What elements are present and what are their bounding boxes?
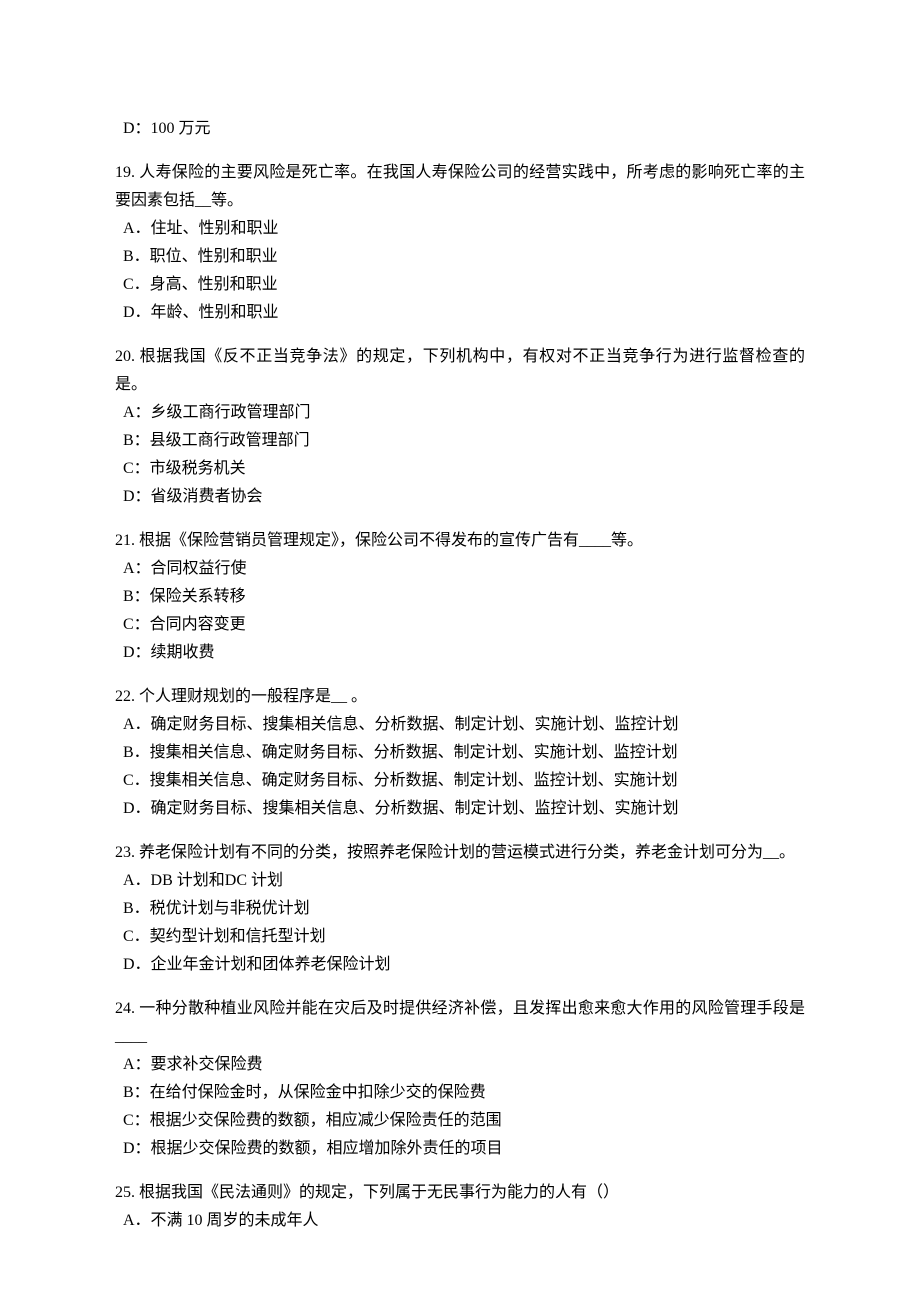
option-d: D：省级消费者协会 [123,483,805,511]
question-20: 20. 根据我国《反不正当竞争法》的规定，下列机构中，有权对不正当竞争行为进行监… [115,343,805,511]
option-b: B：保险关系转移 [123,583,805,611]
question-stem: 21. 根据《保险营销员管理规定》，保险公司不得发布的宣传广告有____等。 [115,527,805,555]
options: A．DB 计划和DC 计划 B．税优计划与非税优计划 C．契约型计划和信托型计划… [115,867,805,979]
option-d: D：根据少交保险费的数额，相应增加除外责任的项目 [123,1135,805,1163]
options: A．住址、性别和职业 B．职位、性别和职业 C．身高、性别和职业 D．年龄、性别… [115,215,805,327]
option-d: D．确定财务目标、搜集相关信息、分析数据、制定计划、监控计划、实施计划 [123,795,805,823]
question-24: 24. 一种分散种植业风险并能在灾后及时提供经济补偿，且发挥出愈来愈大作用的风险… [115,995,805,1163]
option-d: D．年龄、性别和职业 [123,299,805,327]
option-a: A．确定财务目标、搜集相关信息、分析数据、制定计划、实施计划、监控计划 [123,711,805,739]
options: A：合同权益行使 B：保险关系转移 C：合同内容变更 D：续期收费 [115,555,805,667]
option-b: B．税优计划与非税优计划 [123,895,805,923]
question-stem: 20. 根据我国《反不正当竞争法》的规定，下列机构中，有权对不正当竞争行为进行监… [115,343,805,399]
question-18-partial: D：100 万元 [115,115,805,143]
question-stem: 19. 人寿保险的主要风险是死亡率。在我国人寿保险公司的经营实践中，所考虑的影响… [115,159,805,215]
question-19: 19. 人寿保险的主要风险是死亡率。在我国人寿保险公司的经营实践中，所考虑的影响… [115,159,805,327]
option-c: C．身高、性别和职业 [123,271,805,299]
option-a: A．DB 计划和DC 计划 [123,867,805,895]
question-stem: 25. 根据我国《民法通则》的规定，下列属于无民事行为能力的人有（） [115,1179,805,1207]
options: A．不满 10 周岁的未成年人 [115,1207,805,1235]
option-b: B：县级工商行政管理部门 [123,427,805,455]
question-21: 21. 根据《保险营销员管理规定》，保险公司不得发布的宣传广告有____等。 A… [115,527,805,667]
options: A．确定财务目标、搜集相关信息、分析数据、制定计划、实施计划、监控计划 B．搜集… [115,711,805,823]
question-stem: 24. 一种分散种植业风险并能在灾后及时提供经济补偿，且发挥出愈来愈大作用的风险… [115,995,805,1051]
option-c: C：合同内容变更 [123,611,805,639]
option-c: C：根据少交保险费的数额，相应减少保险责任的范围 [123,1107,805,1135]
option-b: B：在给付保险金时，从保险金中扣除少交的保险费 [123,1079,805,1107]
option-d: D：续期收费 [123,639,805,667]
option-c: C．搜集相关信息、确定财务目标、分析数据、制定计划、监控计划、实施计划 [123,767,805,795]
option-a: A．住址、性别和职业 [123,215,805,243]
option-c: C：市级税务机关 [123,455,805,483]
question-22: 22. 个人理财规划的一般程序是__ 。 A．确定财务目标、搜集相关信息、分析数… [115,683,805,823]
question-25: 25. 根据我国《民法通则》的规定，下列属于无民事行为能力的人有（） A．不满 … [115,1179,805,1235]
options: A：乡级工商行政管理部门 B：县级工商行政管理部门 C：市级税务机关 D：省级消… [115,399,805,511]
options: A：要求补交保险费 B：在给付保险金时，从保险金中扣除少交的保险费 C：根据少交… [115,1051,805,1163]
question-stem: 22. 个人理财规划的一般程序是__ 。 [115,683,805,711]
option-b: B．搜集相关信息、确定财务目标、分析数据、制定计划、实施计划、监控计划 [123,739,805,767]
question-23: 23. 养老保险计划有不同的分类，按照养老保险计划的营运模式进行分类，养老金计划… [115,839,805,979]
question-stem: 23. 养老保险计划有不同的分类，按照养老保险计划的营运模式进行分类，养老金计划… [115,839,805,867]
option-a: A：乡级工商行政管理部门 [123,399,805,427]
option-d: D：100 万元 [123,115,805,143]
option-a: A：要求补交保险费 [123,1051,805,1079]
option-c: C．契约型计划和信托型计划 [123,923,805,951]
options: D：100 万元 [115,115,805,143]
option-d: D．企业年金计划和团体养老保险计划 [123,951,805,979]
option-b: B．职位、性别和职业 [123,243,805,271]
option-a: A：合同权益行使 [123,555,805,583]
option-a: A．不满 10 周岁的未成年人 [123,1207,805,1235]
